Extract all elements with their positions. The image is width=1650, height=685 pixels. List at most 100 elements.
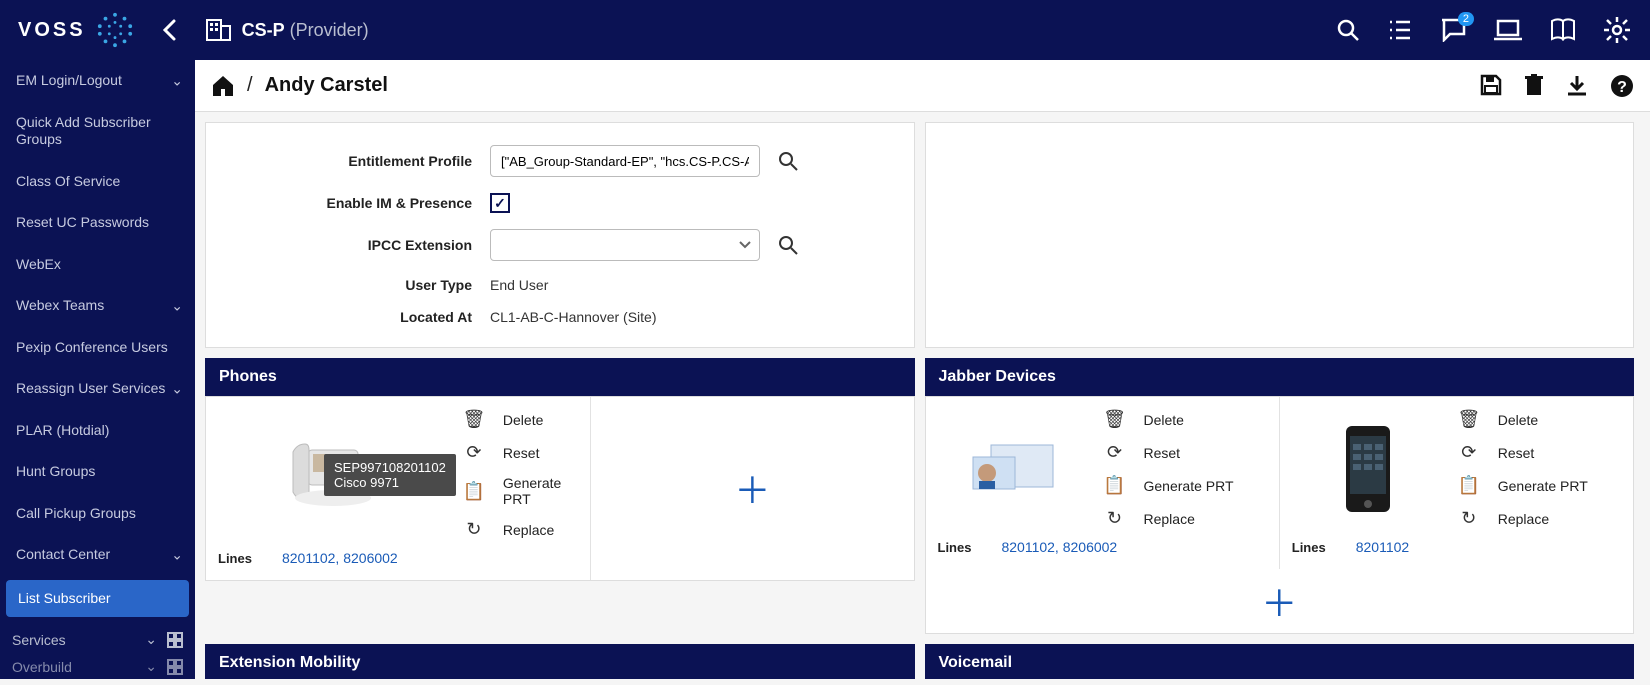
logo: VOSS (18, 11, 134, 49)
phone-lines-value[interactable]: 8201102, 8206002 (282, 550, 398, 566)
jabber1-lines-value[interactable]: 8201102, 8206002 (1001, 539, 1117, 555)
chevron-down-icon: ⌄ (171, 297, 183, 315)
sidebar: EM Login/Logout⌄ Quick Add Subscriber Gr… (0, 60, 195, 679)
sidebar-item-reassign[interactable]: Reassign User Services⌄ (0, 368, 195, 410)
entitlement-input[interactable] (490, 145, 760, 177)
entitlement-label: Entitlement Profile (222, 153, 472, 169)
sidebar-overbuild[interactable]: Overbuild (12, 659, 72, 675)
save-button[interactable] (1480, 74, 1502, 98)
building-icon (206, 18, 232, 42)
jabber1-delete[interactable]: 🗑Delete (1104, 409, 1234, 430)
jabber-device-2: 🗑Delete ⟳Reset 📋Generate PRT ↻Replace Li… (1280, 397, 1633, 569)
sidebar-item-webex[interactable]: WebEx (0, 244, 195, 286)
sidebar-item-pexip[interactable]: Pexip Conference Users (0, 327, 195, 369)
chevron-down-icon: ⌄ (171, 546, 183, 564)
search-icon (778, 235, 798, 255)
jabber1-replace[interactable]: ↻Replace (1104, 508, 1234, 529)
located-value: CL1-AB-C-Hannover (Site) (490, 309, 657, 325)
breadcrumb-bar: / Andy Carstel ? (195, 60, 1650, 112)
ipcc-select[interactable] (490, 229, 760, 261)
refresh-icon: ⟳ (1104, 442, 1126, 463)
jabber2-lines-label: Lines (1292, 540, 1326, 555)
sidebar-item-cos[interactable]: Class Of Service (0, 161, 195, 203)
sidebar-item-list-subscriber[interactable]: List Subscriber (6, 580, 189, 618)
em-header: Extension Mobility (205, 644, 915, 679)
im-checkbox[interactable] (490, 193, 510, 213)
back-button[interactable] (162, 19, 176, 41)
entitlement-search[interactable] (778, 151, 798, 171)
settings-button[interactable] (1604, 17, 1630, 43)
jabber-header: Jabber Devices (925, 358, 1635, 396)
trash-icon (1524, 74, 1544, 96)
phones-card: SEP997108201102 Cisco 9971 🗑Delete ⟳Rese… (205, 396, 915, 581)
plus-icon: ＋ (734, 462, 770, 514)
vm-header: Voicemail (925, 644, 1635, 679)
download-icon (1566, 74, 1588, 96)
ipcc-label: IPCC Extension (222, 237, 472, 253)
chevron-down-icon (739, 241, 751, 249)
clipboard-icon: 📋 (463, 481, 485, 502)
expand-icon[interactable] (167, 659, 183, 675)
save-icon (1480, 74, 1502, 96)
refresh-icon: ⟳ (463, 442, 485, 463)
plus-icon: ＋ (1261, 583, 1297, 624)
org-suffix: (Provider) (290, 20, 369, 40)
im-label: Enable IM & Presence (222, 195, 472, 211)
ipcc-search[interactable] (778, 235, 798, 255)
jabber2-replace[interactable]: ↻Replace (1458, 508, 1588, 529)
redo-icon: ↻ (463, 519, 485, 540)
jabber2-delete[interactable]: 🗑Delete (1458, 409, 1588, 430)
phone-prt[interactable]: 📋Generate PRT (463, 475, 582, 507)
home-button[interactable] (211, 75, 235, 97)
sidebar-item-hunt[interactable]: Hunt Groups (0, 451, 195, 493)
org-selector[interactable]: CS-P (Provider) (206, 18, 369, 42)
list-button[interactable] (1388, 19, 1412, 41)
mobile-phone-icon (1338, 424, 1398, 514)
jabber2-reset[interactable]: ⟳Reset (1458, 442, 1588, 463)
notif-badge: 2 (1458, 12, 1474, 26)
sidebar-item-plar[interactable]: PLAR (Hotdial) (0, 410, 195, 452)
org-name: CS-P (242, 20, 285, 40)
sidebar-services[interactable]: Services (12, 632, 66, 648)
download-button[interactable] (1566, 74, 1588, 98)
trash-icon: 🗑 (1104, 409, 1126, 430)
sidebar-item-contact-center[interactable]: Contact Center⌄ (0, 534, 195, 576)
sidebar-bottom: Services ⌄ Overbuild ⌄ (0, 621, 195, 685)
laptop-button[interactable] (1494, 19, 1522, 41)
jabber1-lines-label: Lines (938, 540, 972, 555)
softphone-icon (969, 439, 1059, 499)
search-icon (778, 151, 798, 171)
add-jabber[interactable]: ＋ (926, 569, 1634, 633)
trash-icon: 🗑 (463, 409, 485, 430)
delete-button[interactable] (1524, 74, 1544, 98)
phone-device: SEP997108201102 Cisco 9971 🗑Delete ⟳Rese… (206, 397, 591, 580)
book-icon (1550, 18, 1576, 42)
jabber2-prt[interactable]: 📋Generate PRT (1458, 475, 1588, 496)
sidebar-item-quick-add[interactable]: Quick Add Subscriber Groups (0, 102, 195, 161)
add-phone-tile[interactable]: ＋ (591, 397, 913, 580)
messages-button[interactable]: 2 (1440, 18, 1466, 42)
chevron-down-icon: ⌄ (145, 631, 157, 648)
phone-reset[interactable]: ⟳Reset (463, 442, 582, 463)
jabber1-reset[interactable]: ⟳Reset (1104, 442, 1234, 463)
located-label: Located At (222, 309, 472, 325)
jabber1-prt[interactable]: 📋Generate PRT (1104, 475, 1234, 496)
topbar: VOSS CS-P (Provider) 2 (0, 0, 1650, 60)
list-icon (1388, 19, 1412, 41)
page-actions: ? (1480, 74, 1634, 98)
search-button[interactable] (1336, 18, 1360, 42)
sidebar-item-call-pickup[interactable]: Call Pickup Groups (0, 493, 195, 535)
phone-delete[interactable]: 🗑Delete (463, 409, 582, 430)
phone-replace[interactable]: ↻Replace (463, 519, 582, 540)
user-detail-card: Entitlement Profile Enable IM & Presence… (205, 122, 915, 348)
expand-icon[interactable] (167, 632, 183, 648)
sidebar-item-em-login[interactable]: EM Login/Logout⌄ (0, 60, 195, 102)
docs-button[interactable] (1550, 18, 1576, 42)
usertype-label: User Type (222, 277, 472, 293)
sidebar-item-reset-uc[interactable]: Reset UC Passwords (0, 202, 195, 244)
sidebar-item-webex-teams[interactable]: Webex Teams⌄ (0, 285, 195, 327)
help-button[interactable]: ? (1610, 74, 1634, 98)
empty-card (925, 122, 1635, 348)
jabber2-lines-value[interactable]: 8201102 (1356, 539, 1409, 555)
main: / Andy Carstel ? Entitlement Profile (195, 60, 1650, 679)
